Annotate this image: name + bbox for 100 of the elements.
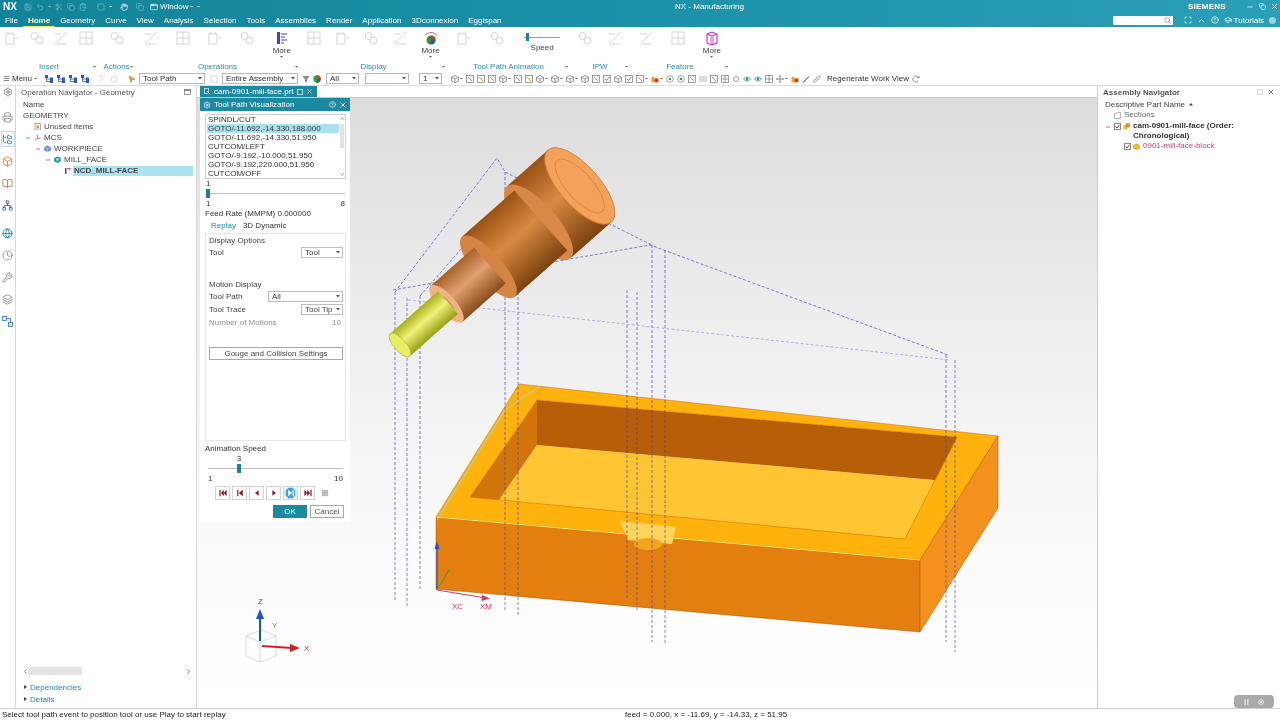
help-icon[interactable] bbox=[329, 101, 336, 108]
tree-item[interactable]: NCD_MILL-FACE bbox=[73, 165, 193, 176]
document-tab[interactable]: cam-0901-mill-face.prt bbox=[200, 86, 317, 97]
nodes-icon[interactable] bbox=[57, 74, 65, 83]
circle-icon[interactable] bbox=[1269, 16, 1276, 24]
chevron-down-icon[interactable] bbox=[340, 173, 344, 176]
tree-item[interactable]: cam-0901-mill-face (Order: Chronological) bbox=[1132, 121, 1277, 141]
checkbox[interactable] bbox=[1124, 143, 1131, 150]
nodes-icon[interactable] bbox=[81, 74, 89, 83]
eye-icon[interactable] bbox=[754, 74, 762, 83]
column-header[interactable]: Descriptive Part Name bbox=[1105, 100, 1186, 109]
play-button[interactable] bbox=[266, 486, 281, 500]
cube-icon[interactable] bbox=[614, 74, 622, 83]
menu-tab[interactable]: Analysis bbox=[158, 13, 199, 27]
folder-icon[interactable] bbox=[791, 74, 799, 83]
resource-tab[interactable] bbox=[0, 225, 15, 241]
circle-icon[interactable] bbox=[732, 74, 740, 83]
pencil-icon[interactable] bbox=[802, 74, 810, 83]
list-item[interactable]: CUTCOM/OFF bbox=[207, 169, 339, 178]
cube-icon[interactable] bbox=[499, 74, 507, 83]
cube-icon[interactable] bbox=[536, 74, 544, 83]
close-icon[interactable] bbox=[339, 100, 347, 109]
dropdown[interactable]: Tool bbox=[301, 247, 343, 258]
section-toggle[interactable]: Dependencies bbox=[16, 681, 196, 693]
tree-item[interactable]: 0901-mill-face-block bbox=[1142, 141, 1216, 151]
square-icon[interactable] bbox=[466, 74, 474, 83]
tree-item[interactable]: Unused Items bbox=[43, 121, 95, 132]
slider-thumb[interactable] bbox=[525, 33, 529, 41]
close-icon[interactable] bbox=[305, 88, 313, 95]
menu-tab[interactable]: Selection bbox=[198, 13, 242, 27]
cube-icon[interactable] bbox=[581, 74, 589, 83]
scrollbar[interactable] bbox=[339, 115, 345, 178]
chevron-up-icon[interactable] bbox=[340, 117, 344, 120]
step-forward-button[interactable] bbox=[283, 486, 298, 500]
dropdown[interactable] bbox=[365, 73, 409, 84]
step-back-button[interactable] bbox=[232, 486, 247, 500]
regenerate-button[interactable]: Regenerate Work View bbox=[827, 74, 909, 83]
folder-icon[interactable] bbox=[651, 74, 659, 83]
resource-tab[interactable] bbox=[0, 247, 15, 263]
gear-icon[interactable] bbox=[203, 100, 211, 109]
square-icon[interactable] bbox=[636, 74, 644, 83]
pause-icon[interactable] bbox=[1243, 698, 1249, 705]
dropdown[interactable]: Entire Assembly bbox=[222, 73, 298, 84]
chevron-right-icon[interactable] bbox=[187, 668, 190, 674]
menu-tab[interactable]: Tools bbox=[241, 13, 271, 27]
restore-icon[interactable] bbox=[1256, 0, 1268, 13]
square-icon[interactable] bbox=[488, 74, 496, 83]
move-icon[interactable] bbox=[776, 74, 784, 83]
undo-icon[interactable] bbox=[36, 2, 44, 11]
cut-icon[interactable] bbox=[55, 2, 63, 11]
save-icon[interactable] bbox=[24, 2, 32, 11]
nodes-icon[interactable] bbox=[45, 74, 53, 83]
menu-tab[interactable]: File bbox=[0, 13, 23, 27]
checkbox-icon[interactable] bbox=[625, 74, 633, 83]
close-icon[interactable] bbox=[1267, 88, 1275, 96]
color-wheel-icon[interactable] bbox=[313, 74, 321, 83]
column-header[interactable]: Name bbox=[23, 100, 45, 109]
tree-item[interactable]: MILL_FACE bbox=[63, 154, 109, 165]
resource-tab[interactable] bbox=[0, 291, 15, 307]
square-icon[interactable] bbox=[592, 74, 600, 83]
record-icon[interactable] bbox=[1258, 698, 1265, 705]
dropdown[interactable]: 1 bbox=[419, 73, 442, 84]
chevron-left-icon[interactable] bbox=[24, 668, 27, 674]
gouge-settings-button[interactable]: Gouge and Collision Settings bbox=[209, 347, 343, 360]
square-icon[interactable] bbox=[97, 2, 105, 11]
search-field[interactable] bbox=[1112, 15, 1173, 25]
more-button[interactable]: More bbox=[272, 31, 291, 58]
ok-button[interactable]: OK bbox=[273, 505, 307, 518]
square-icon[interactable] bbox=[514, 74, 522, 83]
menu-tab[interactable]: Home bbox=[22, 13, 56, 27]
slider-thumb[interactable] bbox=[206, 189, 210, 198]
rewind-button[interactable] bbox=[215, 486, 230, 500]
dropdown[interactable]: Tool Path bbox=[139, 73, 205, 84]
list-item[interactable]: GOTO/-11.692,-14.330,51.950 bbox=[207, 133, 339, 142]
cube-icon[interactable] bbox=[451, 74, 459, 83]
list-item[interactable]: GOTO/-11.692,-14.330,188.000 bbox=[207, 124, 339, 133]
eye-icon[interactable] bbox=[743, 74, 751, 83]
checkbox-icon[interactable] bbox=[603, 74, 611, 83]
grid-icon[interactable] bbox=[765, 74, 773, 83]
pin-icon[interactable] bbox=[296, 88, 303, 95]
cube-icon[interactable] bbox=[551, 74, 559, 83]
dropdown[interactable]: Tool Tip bbox=[301, 304, 343, 315]
ruler-icon[interactable] bbox=[813, 74, 821, 83]
resource-tab[interactable] bbox=[0, 131, 15, 147]
window-menu[interactable]: Window bbox=[150, 2, 194, 11]
tab[interactable]: Replay bbox=[211, 221, 236, 230]
settings-icon[interactable] bbox=[2, 87, 13, 97]
copy-icon[interactable] bbox=[136, 2, 144, 11]
grid-icon[interactable] bbox=[721, 74, 729, 83]
section-toggle[interactable]: Details bbox=[16, 693, 196, 705]
list-item[interactable]: SPINDL/CUT bbox=[207, 115, 339, 124]
help-icon[interactable] bbox=[1210, 16, 1219, 24]
cube-icon[interactable] bbox=[566, 74, 574, 83]
resource-tab[interactable] bbox=[0, 313, 15, 329]
cursor-icon[interactable] bbox=[128, 74, 136, 83]
menu-button[interactable]: Menu bbox=[3, 74, 37, 83]
menu-tab[interactable]: Render bbox=[321, 13, 358, 27]
play-reverse-button[interactable] bbox=[249, 486, 264, 500]
copy-icon[interactable] bbox=[67, 2, 75, 11]
square-icon[interactable] bbox=[477, 74, 485, 83]
